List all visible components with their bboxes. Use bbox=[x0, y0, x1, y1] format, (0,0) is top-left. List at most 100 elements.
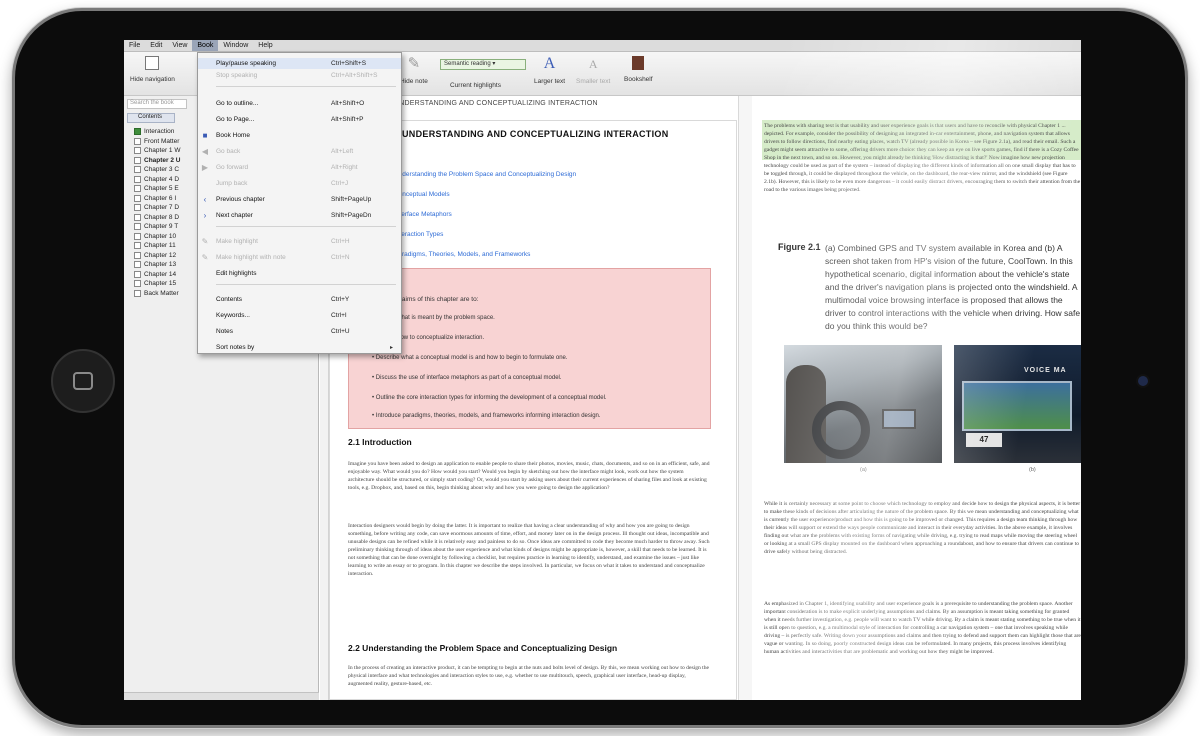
sidebar-item-label: Interaction bbox=[144, 128, 175, 136]
menu-help[interactable]: Help bbox=[253, 40, 277, 51]
sidebar-item[interactable]: Chapter 11 bbox=[134, 241, 181, 251]
sidebar-item[interactable]: Back Matter bbox=[134, 289, 181, 299]
menu-item: ◀ Go back Alt+Left bbox=[198, 146, 401, 157]
menu-item[interactable]: Contents Ctrl+Y bbox=[198, 294, 401, 305]
gps-display bbox=[882, 409, 916, 429]
book-icon bbox=[134, 185, 141, 193]
menu-separator bbox=[216, 284, 396, 285]
sidebar-item[interactable]: Front Matter bbox=[134, 137, 181, 147]
menu-item-label: Keywords... bbox=[216, 312, 250, 319]
steering-wheel bbox=[812, 401, 870, 459]
sidebar-status bbox=[124, 692, 319, 700]
menu-item-shortcut: Alt+Shift+O bbox=[331, 100, 365, 107]
sidebar-item-label: Chapter 14 bbox=[144, 270, 177, 278]
sidebar-item[interactable]: Chapter 10 bbox=[134, 232, 181, 242]
book-icon bbox=[134, 242, 141, 250]
bookshelf-label: Bookshelf bbox=[624, 76, 653, 83]
book-icon bbox=[134, 156, 141, 164]
menu-item-shortcut: Ctrl+H bbox=[331, 238, 350, 245]
menu-item-label: Make highlight with note bbox=[216, 254, 286, 261]
speed-readout: 47 bbox=[966, 433, 1002, 447]
sidebar-item-label: Chapter 3 C bbox=[144, 166, 180, 174]
sidebar-item[interactable]: Chapter 7 D bbox=[134, 203, 181, 213]
menu-edit[interactable]: Edit bbox=[145, 40, 167, 51]
front-camera bbox=[1138, 376, 1148, 386]
menu-item[interactable]: › Next chapter Shift+PageDn bbox=[198, 210, 401, 221]
sidebar-item[interactable]: Chapter 5 E bbox=[134, 184, 181, 194]
forward-icon: ▶ bbox=[201, 163, 209, 172]
sidebar-item[interactable]: Chapter 6 I bbox=[134, 194, 181, 204]
menu-item[interactable]: Go to Page... Alt+Shift+P bbox=[198, 114, 401, 125]
hide-navigation-button[interactable]: Hide navigation bbox=[130, 56, 175, 83]
book-menu-dropdown: Play/pause speaking Ctrl+Shift+S Stop spea… bbox=[197, 52, 402, 354]
menu-item: Jump back Ctrl+J bbox=[198, 178, 401, 189]
sidebar-item[interactable]: Chapter 14 bbox=[134, 270, 181, 280]
sidebar-item-label: Chapter 7 D bbox=[144, 204, 180, 212]
smaller-text-button[interactable]: A Smaller text bbox=[576, 56, 610, 85]
sidebar-item-label: Chapter 12 bbox=[144, 251, 177, 259]
body-paragraph: While it is certainly necessary at some … bbox=[764, 501, 1081, 555]
sidebar-item[interactable]: Chapter 12 bbox=[134, 251, 181, 261]
body-paragraph: Interaction designers would begin by doi… bbox=[348, 523, 710, 577]
menu-separator bbox=[216, 226, 396, 227]
sidebar-item[interactable]: Chapter 2 U bbox=[134, 156, 181, 166]
sidebar-item[interactable]: Chapter 15 bbox=[134, 279, 181, 289]
objective-item: Describe what a conceptual model is and … bbox=[372, 355, 568, 361]
menu-item[interactable]: Keywords... Ctrl+I bbox=[198, 310, 401, 321]
menu-item[interactable]: Edit highlights bbox=[198, 268, 401, 279]
menu-item-label: Sort notes by bbox=[216, 344, 255, 351]
menu-window[interactable]: Window bbox=[218, 40, 253, 51]
tab-contents[interactable]: Contents bbox=[127, 113, 175, 123]
menu-item[interactable]: Sort notes by ▸ bbox=[198, 342, 401, 353]
app-screen: File Edit View Book Window Help Hide nav… bbox=[124, 40, 1081, 700]
toc-link[interactable]: Paradigms, Theories, Models, and Framewo… bbox=[394, 251, 530, 258]
sidebar-item-label: Front Matter bbox=[144, 137, 180, 145]
book-icon bbox=[134, 147, 141, 155]
sidebar-item-label: Chapter 5 E bbox=[144, 185, 179, 193]
book-icon bbox=[134, 280, 141, 288]
sidebar-search-input[interactable]: Search the book bbox=[127, 99, 187, 109]
menu-item[interactable]: ■ Book Home bbox=[198, 130, 401, 141]
menu-item-label: Edit highlights bbox=[216, 270, 257, 277]
menu-file[interactable]: File bbox=[124, 40, 145, 51]
menu-book[interactable]: Book bbox=[192, 40, 219, 51]
sidebar-item[interactable]: Chapter 13 bbox=[134, 260, 181, 270]
toc-link[interactable]: Understanding the Problem Space and Conc… bbox=[394, 171, 576, 178]
menu-item-label: Go forward bbox=[216, 164, 249, 171]
menu-item: ▶ Go forward Alt+Right bbox=[198, 162, 401, 173]
sidebar-item-label: Chapter 10 bbox=[144, 232, 177, 240]
contents-tree: Interaction Front Matter Chapter 1 W Chapte… bbox=[134, 127, 181, 298]
toc-link[interactable]: Interface Metaphors bbox=[394, 211, 452, 218]
bookshelf-button[interactable]: Bookshelf bbox=[624, 56, 653, 83]
body-paragraph: The problems with sharing text is that u… bbox=[764, 123, 1081, 193]
current-highlights-label[interactable]: Current highlights bbox=[450, 82, 501, 89]
sidebar-item[interactable]: Interaction bbox=[134, 127, 181, 137]
menu-view[interactable]: View bbox=[167, 40, 192, 51]
larger-text-button[interactable]: A Larger text bbox=[534, 56, 565, 86]
menu-item[interactable]: Play/pause speaking Ctrl+Shift+S bbox=[198, 58, 401, 69]
prev-icon: ‹ bbox=[203, 195, 207, 204]
book-icon bbox=[134, 289, 141, 297]
body-paragraph: As emphasized in Chapter 1, identifying … bbox=[764, 601, 1081, 655]
sidebar-item[interactable]: Chapter 1 W bbox=[134, 146, 181, 156]
sidebar-item[interactable]: Chapter 3 C bbox=[134, 165, 181, 175]
hide-note-button[interactable]: ✎ Hide note bbox=[400, 56, 428, 86]
semantic-reading-select[interactable]: Semantic reading ▾ bbox=[440, 59, 526, 70]
sidebar-item[interactable]: Chapter 9 T bbox=[134, 222, 181, 232]
menu-item[interactable]: Go to outline... Alt+Shift+O bbox=[198, 98, 401, 109]
toc-link[interactable]: Conceptual Models bbox=[394, 191, 450, 198]
menu-item-shortcut: Ctrl+I bbox=[331, 312, 347, 319]
chapter-title: UNDERSTANDING AND CONCEPTUALIZING INTERA… bbox=[402, 129, 669, 139]
submenu-arrow-icon: ▸ bbox=[389, 345, 393, 351]
menu-item-shortcut: Shift+PageUp bbox=[331, 196, 372, 203]
menu-item[interactable]: Notes Ctrl+U bbox=[198, 326, 401, 337]
home-button[interactable] bbox=[51, 349, 115, 413]
home-icon: ■ bbox=[202, 131, 208, 140]
menu-item-label: Stop speaking bbox=[216, 72, 258, 79]
menu-item-shortcut: Ctrl+J bbox=[331, 180, 349, 187]
sidebar-item[interactable]: Chapter 8 D bbox=[134, 213, 181, 223]
sidebar-panel-icon bbox=[145, 56, 160, 70]
sidebar-item-label: Chapter 8 D bbox=[144, 213, 180, 221]
menu-item[interactable]: ‹ Previous chapter Shift+PageUp bbox=[198, 194, 401, 205]
sidebar-item[interactable]: Chapter 4 D bbox=[134, 175, 181, 185]
